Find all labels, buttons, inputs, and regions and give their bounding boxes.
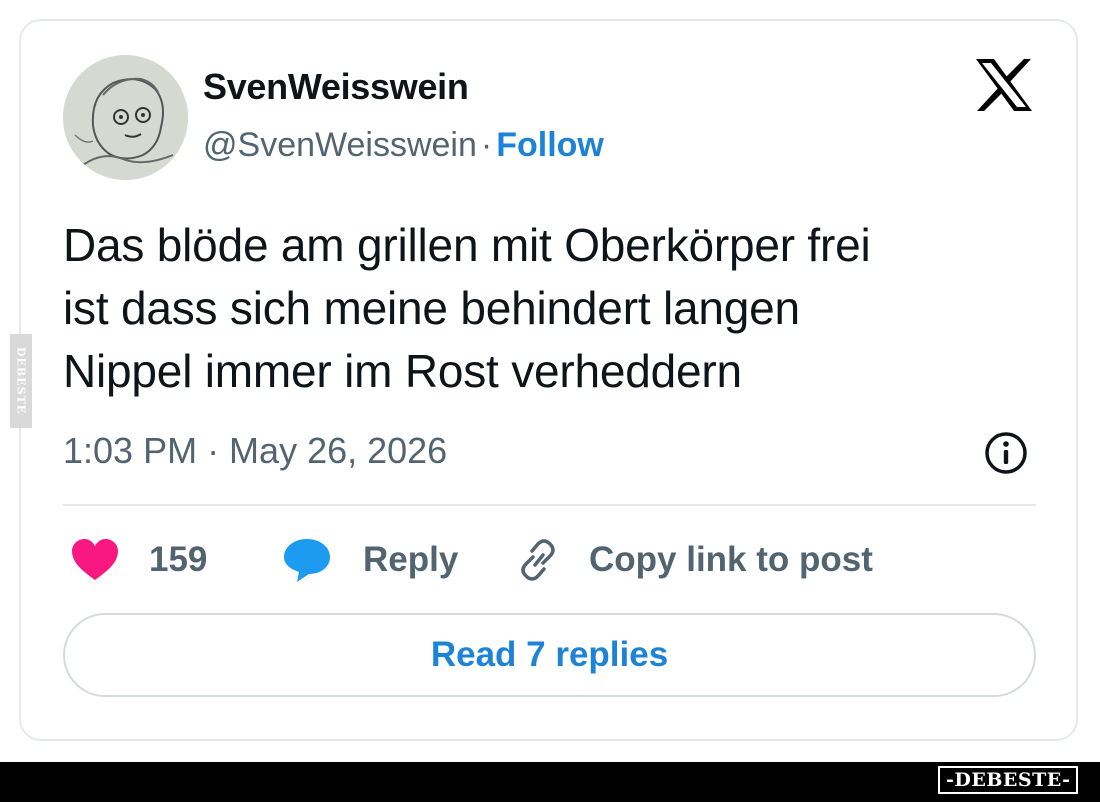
divider <box>63 504 1036 506</box>
action-bar: 159 Reply Copy link to post <box>63 530 1036 590</box>
follow-button[interactable]: Follow <box>496 126 604 164</box>
link-icon <box>521 539 555 581</box>
reply-label: Reply <box>363 540 459 579</box>
side-watermark: DEBESTE <box>10 334 32 428</box>
avatar[interactable] <box>63 55 188 180</box>
like-count: 159 <box>149 540 208 579</box>
handle-separator: · <box>480 126 493 164</box>
footer-watermark-text: -DEBESTE- <box>946 769 1071 791</box>
speech-bubble-icon <box>284 539 330 582</box>
like-button[interactable]: 159 <box>71 530 207 590</box>
info-icon[interactable] <box>983 430 1029 476</box>
footer-watermark-logo: -DEBESTE- <box>938 766 1079 794</box>
tweet-text-line: ist dass sich meine behindert langen <box>63 282 800 334</box>
tweet-text: Das blöde am grillen mit Oberkörper frei… <box>63 214 1053 403</box>
footer-bar: -DEBESTE- <box>0 762 1100 802</box>
read-replies-button[interactable]: Read 7 replies <box>63 613 1036 697</box>
reply-button[interactable]: Reply <box>283 530 458 590</box>
x-logo-icon[interactable] <box>974 57 1034 113</box>
timestamp[interactable]: 1:03 PM · May 26, 2026 <box>63 430 447 472</box>
copy-link-button[interactable]: Copy link to post <box>515 530 873 590</box>
side-watermark-text: DEBESTE <box>14 347 28 415</box>
user-handle[interactable]: @SvenWeisswein <box>203 126 477 164</box>
tweet-text-line: Nippel immer im Rost verheddern <box>63 345 742 397</box>
heart-icon <box>72 539 118 580</box>
read-replies-label: Read 7 replies <box>430 635 669 674</box>
copy-link-label: Copy link to post <box>589 540 873 579</box>
display-name[interactable]: SvenWeisswein <box>203 66 469 108</box>
handle-row: @SvenWeisswein · Follow <box>203 126 604 165</box>
tweet-text-line: Das blöde am grillen mit Oberkörper frei <box>63 219 871 271</box>
